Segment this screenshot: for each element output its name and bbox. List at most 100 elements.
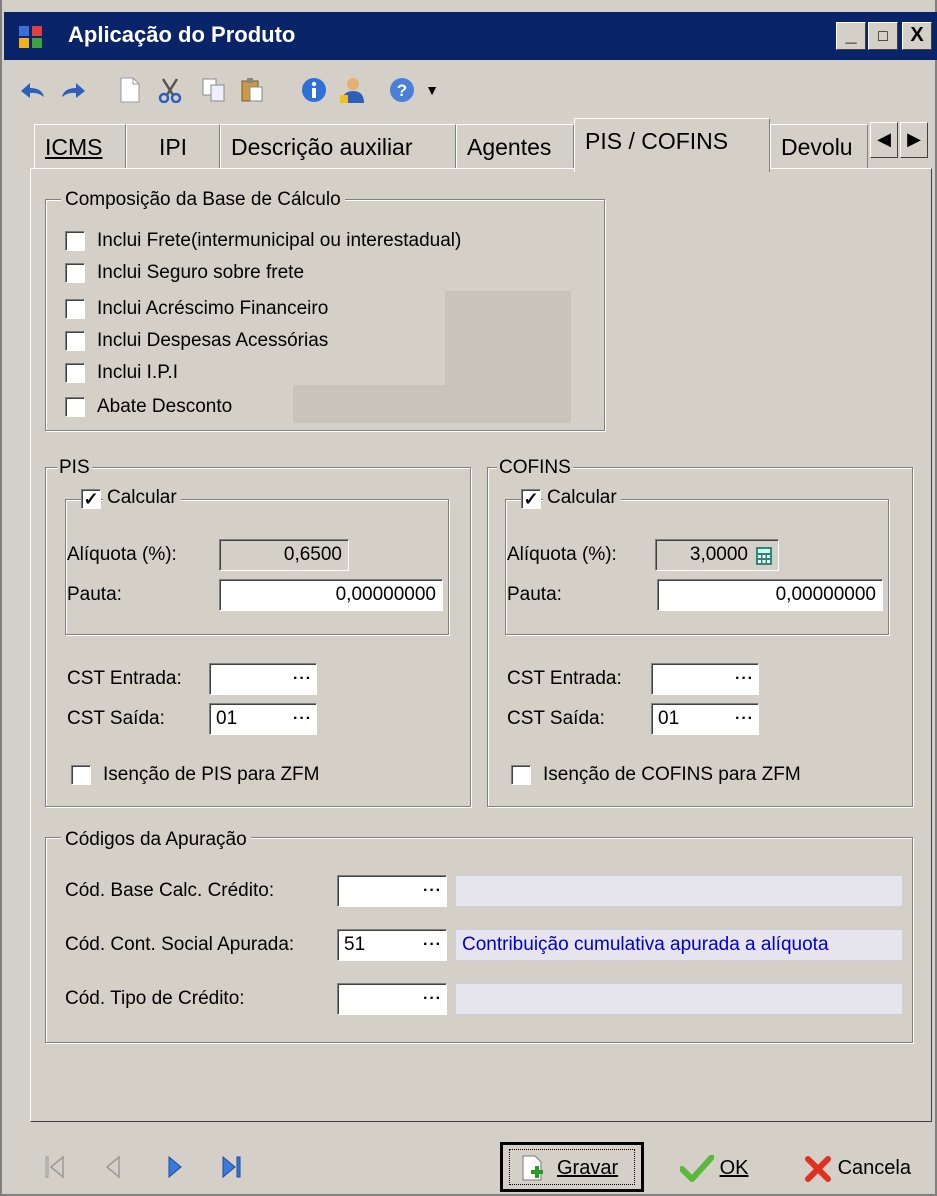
lookup-icon[interactable]: ··· xyxy=(423,930,442,960)
lookup-icon[interactable]: ··· xyxy=(735,704,754,734)
help-dropdown-icon[interactable]: ▼ xyxy=(418,76,446,104)
ok-label: OK xyxy=(719,1157,749,1179)
last-record-icon[interactable] xyxy=(220,1154,244,1184)
lookup-icon[interactable]: ··· xyxy=(293,704,312,734)
cofins-cst-entrada-field[interactable]: ··· xyxy=(651,663,759,695)
check-icon xyxy=(679,1153,715,1182)
cofins-pauta-field[interactable]: 0,00000000 xyxy=(657,579,883,611)
ok-button[interactable]: OK xyxy=(679,1148,749,1188)
gravar-label: Gravar xyxy=(557,1157,619,1179)
pis-cst-entrada-field[interactable]: ··· xyxy=(209,663,317,695)
cod-tipo-credito-field[interactable]: ··· xyxy=(337,983,447,1015)
tab-strip: ICMS IPI Descrição auxiliar Agentes PIS … xyxy=(4,118,937,172)
lookup-icon[interactable]: ··· xyxy=(293,664,312,694)
gray-area xyxy=(445,291,571,423)
minimize-button[interactable]: _ xyxy=(836,22,866,50)
calculator-icon[interactable] xyxy=(756,547,772,565)
pis-calcular-label: Calcular xyxy=(103,487,181,509)
gray-area xyxy=(293,385,453,423)
cod-cont-social-apurada-description: Contribuição cumulativa apurada a alíquo… xyxy=(455,929,903,961)
cod-cont-social-apurada-label: Cód. Cont. Social Apurada: xyxy=(65,934,295,955)
main-window: Aplicação do Produto _ □ X ? ▼ ICMS IPI … xyxy=(0,0,937,1196)
checkbox-inclui-despesas[interactable] xyxy=(65,331,85,351)
pis-cst-saida-label: CST Saída: xyxy=(67,708,165,729)
cod-cont-social-apurada-field[interactable]: 51 ··· xyxy=(337,929,447,961)
first-record-icon[interactable] xyxy=(44,1154,66,1184)
info-icon[interactable] xyxy=(300,76,328,104)
isencao-cofins-label: Isenção de COFINS para ZFM xyxy=(543,764,801,785)
cofins-cst-saida-label: CST Saída: xyxy=(507,708,605,729)
checkbox-abate-desconto[interactable] xyxy=(65,397,85,417)
user-icon[interactable] xyxy=(338,76,366,104)
cod-tipo-credito-label: Cód. Tipo de Crédito: xyxy=(65,988,245,1009)
label-inclui-seguro: Inclui Seguro sobre frete xyxy=(97,262,305,283)
redo-icon[interactable] xyxy=(60,76,88,104)
title-bar[interactable]: Aplicação do Produto _ □ X xyxy=(4,12,937,60)
isencao-pis-label: Isenção de PIS para ZFM xyxy=(103,764,320,785)
label-abate-desconto: Abate Desconto xyxy=(97,396,233,417)
svg-text:?: ? xyxy=(397,81,407,100)
app-icon xyxy=(19,26,42,48)
cut-icon[interactable] xyxy=(156,76,184,104)
label-inclui-frete: Inclui Frete(intermunicipal ou interesta… xyxy=(97,230,462,251)
tab-panel: Composição da Base de Cálculo Inclui Fre… xyxy=(30,168,932,1122)
pis-cst-entrada-label: CST Entrada: xyxy=(67,668,182,689)
undo-icon[interactable] xyxy=(18,76,46,104)
cancela-button[interactable]: Cancela xyxy=(804,1148,911,1188)
next-record-icon[interactable] xyxy=(166,1154,184,1184)
tab-scroll-left-icon[interactable]: ◀ xyxy=(870,122,898,158)
checkbox-isencao-cofins[interactable] xyxy=(511,765,531,785)
window-title: Aplicação do Produto xyxy=(68,22,296,47)
label-inclui-ipi: Inclui I.P.I xyxy=(97,362,178,383)
cod-base-calc-credito-label: Cód. Base Calc. Crédito: xyxy=(65,880,275,901)
toolbar: ? ▼ xyxy=(4,64,937,116)
checkbox-inclui-seguro[interactable] xyxy=(65,263,85,283)
paste-icon[interactable] xyxy=(238,76,266,104)
cofins-title: COFINS xyxy=(497,457,573,479)
cod-base-calc-credito-description xyxy=(455,875,903,907)
pis-pauta-field[interactable]: 0,00000000 xyxy=(219,579,443,611)
checkbox-inclui-frete[interactable] xyxy=(65,231,85,251)
tab-devolucao[interactable]: Devolu xyxy=(770,124,868,168)
cofins-aliquota-field[interactable]: 3,0000 xyxy=(655,539,779,571)
cofins-aliquota-label: Alíquota (%): xyxy=(507,544,617,565)
cofins-cst-saida-field[interactable]: 01 ··· xyxy=(651,703,759,735)
cofins-cst-entrada-label: CST Entrada: xyxy=(507,668,622,689)
save-document-icon xyxy=(522,1155,543,1181)
apuracao-title: Códigos da Apuração xyxy=(61,829,251,851)
label-inclui-acrescimo: Inclui Acréscimo Financeiro xyxy=(97,298,329,319)
tab-icms[interactable]: ICMS xyxy=(34,124,126,168)
checkbox-inclui-ipi[interactable] xyxy=(65,363,85,383)
checkbox-isencao-pis[interactable] xyxy=(71,765,91,785)
close-button[interactable]: X xyxy=(902,22,932,50)
pis-title: PIS xyxy=(57,457,92,479)
tab-scroll-right-icon[interactable]: ▶ xyxy=(900,122,928,158)
composicao-title: Composição da Base de Cálculo xyxy=(61,189,345,211)
lookup-icon[interactable]: ··· xyxy=(423,984,442,1014)
maximize-button[interactable]: □ xyxy=(868,22,898,50)
pis-cst-saida-field[interactable]: 01 ··· xyxy=(209,703,317,735)
new-document-icon[interactable] xyxy=(116,76,144,104)
tab-descricao-auxiliar[interactable]: Descrição auxiliar xyxy=(220,124,456,168)
pis-pauta-label: Pauta: xyxy=(67,584,122,605)
help-icon[interactable]: ? xyxy=(388,76,416,104)
label-inclui-despesas: Inclui Despesas Acessórias xyxy=(97,330,329,351)
gravar-button[interactable]: Gravar xyxy=(500,1142,644,1192)
checkbox-pis-calcular[interactable]: ✓ xyxy=(81,489,101,509)
bottom-bar: Gravar OK Cancela xyxy=(4,1128,937,1194)
cod-tipo-credito-description xyxy=(455,983,903,1015)
copy-icon[interactable] xyxy=(200,76,228,104)
lookup-icon[interactable]: ··· xyxy=(735,664,754,694)
checkbox-cofins-calcular[interactable]: ✓ xyxy=(521,489,541,509)
pis-aliquota-field[interactable]: 0,6500 xyxy=(219,539,349,571)
cofins-pauta-label: Pauta: xyxy=(507,584,562,605)
lookup-icon[interactable]: ··· xyxy=(423,876,442,906)
checkbox-inclui-acrescimo[interactable] xyxy=(65,299,85,319)
tab-pis-cofins[interactable]: PIS / COFINS xyxy=(574,118,770,172)
cancel-x-icon xyxy=(805,1155,831,1182)
cod-base-calc-credito-field[interactable]: ··· xyxy=(337,875,447,907)
tab-agentes[interactable]: Agentes xyxy=(456,124,574,168)
pis-aliquota-label: Alíquota (%): xyxy=(67,544,177,565)
tab-ipi[interactable]: IPI xyxy=(126,124,220,168)
previous-record-icon[interactable] xyxy=(104,1154,122,1184)
